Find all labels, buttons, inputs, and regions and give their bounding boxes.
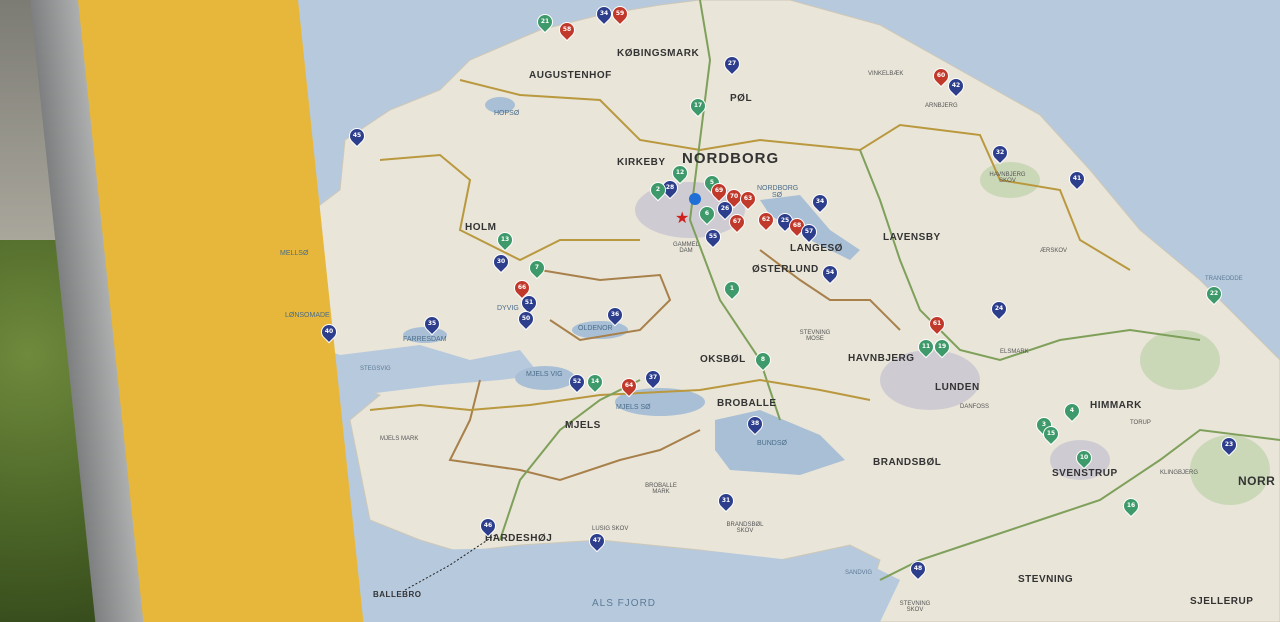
town-label-langeso: LANGESØ [790,243,843,254]
place-label-gammel-dam: GAMMEL DAM [672,242,699,254]
place-label-havnbjerg-skov: HAVNBJERG SKOV [989,172,1026,184]
town-label-osterlund: ØSTERLUND [752,264,819,275]
town-label-sjellerup: SJELLERUP [1190,596,1254,607]
you-are-here-dot [689,193,701,205]
water-label-oldenor: OLDENOR [578,325,613,332]
place-label-ballebro: BALLEBRO [373,590,422,599]
town-label-norr: NORR [1238,474,1276,488]
water-label-nordborg-so: NORDBORG SØ [757,185,799,199]
place-label-vinkelbaek: VINKELBÆK [868,71,904,77]
water-label-hopso: HOPSØ [494,110,520,117]
town-label-mjels: MJELS [565,420,601,431]
mjels-vig-water [515,366,575,390]
water-label-mjels-vig: MJELS VIG [526,371,563,378]
water-label-lonsomade: LØNSOMADE [285,312,330,319]
star-marker-icon: ★ [675,208,690,227]
water-label-stegsvig: STEGSVIG [360,366,391,372]
place-label-torup: TORUP [1130,420,1151,426]
town-label-pol: PØL [730,93,753,104]
place-label-broballe-mark: BROBALLE MARK [645,483,677,495]
town-label-svenstrup: SVENSTRUP [1052,468,1118,479]
town-label-brandsbol: BRANDSBØL [873,457,942,468]
water-label-sandvig: SANDVIG [845,570,873,576]
water-label-mellso: MELLSØ [280,250,309,257]
town-label-kirkeby: KIRKEBY [617,157,666,168]
town-label-hardeshoj: HARDESHØJ [485,533,553,544]
water-label-bundso: BUNDSØ [757,440,787,447]
water-label-farresdam: FARRESDAM [403,336,447,343]
place-label-stevning-skov: STEVNING SKOV [899,601,931,613]
town-label-augustenhof: AUGUSTENHOF [529,70,612,81]
town-label-havnbjerg: HAVNBJERG [848,353,915,364]
water-label-dyvig: DYVIG [497,305,519,312]
place-label-klingbjerg: KLINGBJERG [1160,470,1199,476]
town-label-stevning: STEVNING [1018,574,1074,585]
town-label-broballe: BROBALLE [717,398,777,409]
town-label-kobingsmark: KØBINGSMARK [617,48,700,59]
place-label-mjels-mark: MJELS MARK [380,436,419,442]
town-label-holm: HOLM [465,222,497,233]
photo-scene: NORDBORG KØBINGSMARK AUGUSTENHOF PØL KIR… [0,0,1280,622]
place-label-danfoss: DANFOSS [960,404,990,410]
water-label-tranedde: TRANEODDE [1205,276,1243,282]
place-label-lusig-skov: LUSIG SKOV [592,526,629,532]
sea-label-als-fjord: ALS FJORD [592,598,657,609]
place-label-aerskov: ÆRSKOV [1040,248,1068,254]
town-label-lunden: LUNDEN [935,382,980,393]
place-label-brandsbol-skov: BRANDSBØL SKOV [726,522,764,534]
town-label-nordborg: NORDBORG [682,150,780,167]
water-label-mjels-so: MJELS SØ [616,404,651,411]
town-label-lavensby: LAVENSBY [883,232,941,243]
town-label-himmark: HIMMARK [1090,400,1142,411]
place-label-stevning-mose: STEVNING MOSE [799,330,831,342]
forest-patch [1140,330,1220,390]
town-label-oksbol: OKSBØL [700,354,746,365]
place-label-elsmark: ELSMARK [1000,349,1029,355]
place-label-arnbjerg: ARNBJERG [925,103,958,109]
